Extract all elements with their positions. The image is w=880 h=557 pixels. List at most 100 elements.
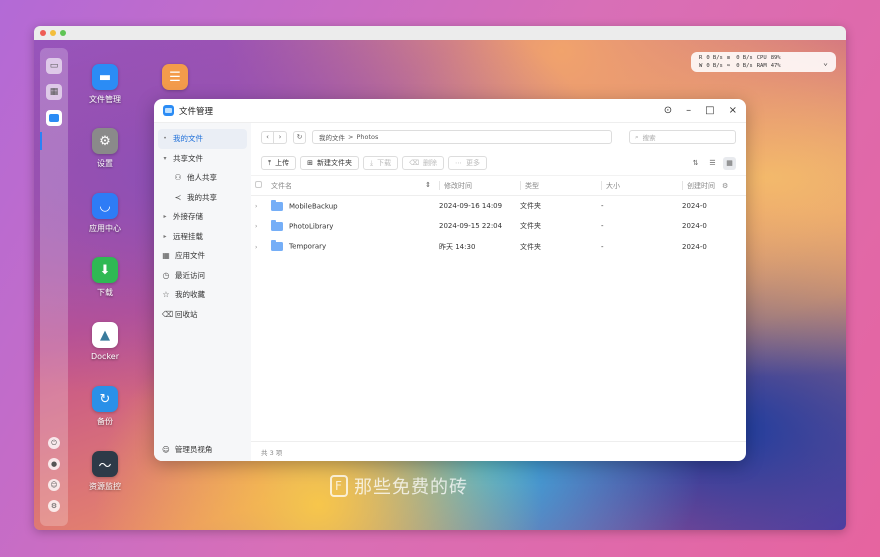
new-folder-icon: ⊞: [307, 159, 313, 167]
delete-icon: ⌫: [409, 159, 419, 167]
users-icon: ⚇: [174, 173, 182, 183]
sidebar-item-label: 远程挂载: [173, 231, 203, 241]
table-row[interactable]: › PhotoLibrary 2024-09-15 22:04 文件夹 - 20…: [251, 216, 746, 237]
system-monitor-widget[interactable]: R0 B/s ≡ W0 B/s ≈ 0 B/s CPU 89% 0 B/s RAM 47% …: [691, 52, 836, 72]
caret-down-icon: ▾: [163, 154, 167, 162]
column-settings-icon[interactable]: ⚙: [718, 175, 746, 196]
desktop-icon-backup[interactable]: ↻ 备份: [77, 386, 133, 427]
desktop-icon-app-center[interactable]: ◡ 应用中心: [77, 193, 133, 234]
power-icon[interactable]: ⏻: [48, 437, 60, 449]
upload-label: 上传: [275, 159, 290, 167]
minimize-dot[interactable]: [50, 30, 56, 36]
column-header-type[interactable]: 类型: [516, 175, 597, 196]
table-row[interactable]: › Temporary 昨天 14:30 文件夹 - 2024-0: [251, 237, 746, 258]
column-header-created[interactable]: 创建时间: [678, 175, 718, 196]
pin-icon[interactable]: ⊙: [664, 105, 672, 116]
clock-icon: ◷: [162, 270, 170, 280]
grid-view-icon[interactable]: ▦: [723, 156, 736, 170]
breadcrumb-current[interactable]: Photos: [356, 133, 378, 141]
new-folder-button[interactable]: ⊞ 新建文件夹: [300, 156, 359, 170]
admin-view-toggle[interactable]: ☺ 管理员视角: [154, 441, 212, 457]
gear-icon: ⚙: [92, 128, 118, 154]
sidebar-item-shared-with-me[interactable]: ⚇ 他人共享: [154, 168, 251, 188]
chevron-down-icon[interactable]: ⌄: [823, 58, 828, 67]
file-size: -: [601, 242, 604, 251]
ram-label: RAM: [756, 63, 767, 69]
download-icon: ⬇: [92, 257, 118, 283]
desktop-icon-docker[interactable]: ▲ Docker: [77, 322, 133, 361]
minimize-icon[interactable]: –: [686, 105, 691, 116]
desktop-icon-settings[interactable]: ⚙ 设置: [77, 128, 133, 169]
user-icon[interactable]: ☺: [48, 479, 60, 491]
expand-arrow-icon[interactable]: ›: [255, 203, 257, 210]
sort-desc-icon[interactable]: ⇕: [425, 181, 431, 189]
file-table: 文件名 ⇕ 修改时间 类型 大小 创建时间 ⚙ › MobileBackup 20: [251, 175, 746, 257]
column-header-name[interactable]: 文件名 ⇕: [267, 175, 435, 196]
folder-icon: [271, 240, 283, 252]
sort-icon[interactable]: ⇅: [689, 157, 702, 170]
desktop-icon-notes[interactable]: ☰: [147, 64, 203, 94]
delete-button[interactable]: ⌫ 删除: [402, 156, 444, 170]
more-button[interactable]: ⋯ 更多: [448, 156, 487, 170]
sidebar-item-remote-mount[interactable]: ▸ 远程挂载: [154, 227, 251, 247]
cpu-label: CPU: [756, 55, 767, 61]
close-dot[interactable]: [40, 30, 46, 36]
sidebar-item-external-storage[interactable]: ▸ 外接存储: [154, 207, 251, 227]
desktop-icon-file-manager[interactable]: ▬ 文件管理: [77, 64, 133, 105]
expand-arrow-icon[interactable]: ›: [255, 223, 257, 230]
screenshot-titlebar: [34, 26, 846, 40]
app-grid-icon[interactable]: ▦: [46, 84, 62, 100]
monitor-icon[interactable]: ▭: [46, 58, 62, 74]
sidebar-item-recent[interactable]: ◷ 最近访问: [154, 266, 251, 286]
status-bar: 共 3 项: [251, 441, 746, 461]
desktop-icon-resource-monitor[interactable]: 〜 资源监控: [77, 451, 133, 492]
file-name: Temporary: [289, 242, 327, 251]
read-rate: 0 B/s: [706, 55, 723, 61]
sidebar-item-my-files[interactable]: • 我的文件: [158, 129, 247, 149]
settings-small-icon[interactable]: ⚙: [48, 500, 60, 512]
breadcrumb-root[interactable]: 我的文件: [319, 132, 345, 142]
file-manager-dock-icon[interactable]: [46, 110, 62, 126]
toolbar: ⤒ 上传 ⊞ 新建文件夹 ⤓ 下载 ⌫ 删除 ⋯ 更多 ⇅ ☰ ▦: [251, 151, 746, 175]
backup-icon: ↻: [92, 386, 118, 412]
select-all-checkbox[interactable]: [255, 181, 262, 188]
sidebar-item-app-files[interactable]: ▦ 应用文件: [154, 246, 251, 266]
docker-icon: ▲: [92, 322, 118, 348]
maximize-icon[interactable]: □: [705, 105, 714, 116]
back-button[interactable]: ‹: [261, 130, 274, 144]
upload-button[interactable]: ⤒ 上传: [261, 156, 297, 170]
maximize-dot[interactable]: [60, 30, 66, 36]
breadcrumb[interactable]: 我的文件 > Photos: [312, 130, 612, 144]
desktop-icon-download[interactable]: ⬇ 下载: [77, 257, 133, 298]
sidebar-item-favorites[interactable]: ☆ 我的收藏: [154, 285, 251, 305]
close-icon[interactable]: ×: [729, 105, 737, 116]
column-header-modified[interactable]: 修改时间: [435, 175, 516, 196]
ram-value: 47%: [770, 63, 781, 69]
sidebar-item-shared-files[interactable]: ▾ 共享文件: [154, 149, 251, 169]
download-label: 下载: [377, 159, 392, 167]
forward-button[interactable]: ›: [274, 130, 287, 144]
search-input[interactable]: ⌕ 搜索: [629, 130, 736, 144]
expand-arrow-icon[interactable]: ›: [255, 244, 257, 251]
file-manager-logo-icon: [163, 105, 174, 116]
desktop-icon-label: 应用中心: [89, 224, 121, 233]
column-header-size[interactable]: 大小: [597, 175, 678, 196]
search-placeholder: 搜索: [642, 134, 656, 142]
sidebar-item-trash[interactable]: ⌫ 回收站: [154, 305, 251, 325]
list-view-icon[interactable]: ☰: [706, 157, 719, 170]
table-row[interactable]: › MobileBackup 2024-09-16 14:09 文件夹 - 20…: [251, 196, 746, 217]
file-type: 文件夹: [520, 242, 541, 251]
download-button[interactable]: ⤓ 下载: [362, 156, 399, 170]
desktop-icon-label: Docker: [90, 352, 119, 361]
sidebar-item-my-shares[interactable]: ≺ 我的共享: [154, 188, 251, 208]
watermark-text: 那些免费的砖: [354, 477, 468, 498]
refresh-button[interactable]: ↻: [293, 130, 306, 144]
file-created: 2024-0: [682, 242, 707, 251]
sidebar-item-label: 应用文件: [175, 251, 205, 261]
file-name: PhotoLibrary: [289, 222, 334, 231]
file-size: -: [601, 222, 604, 231]
breadcrumb-separator: >: [348, 133, 354, 141]
notes-icon: ☰: [162, 64, 188, 90]
bell-icon[interactable]: ●: [48, 458, 60, 470]
file-created: 2024-0: [682, 222, 707, 231]
